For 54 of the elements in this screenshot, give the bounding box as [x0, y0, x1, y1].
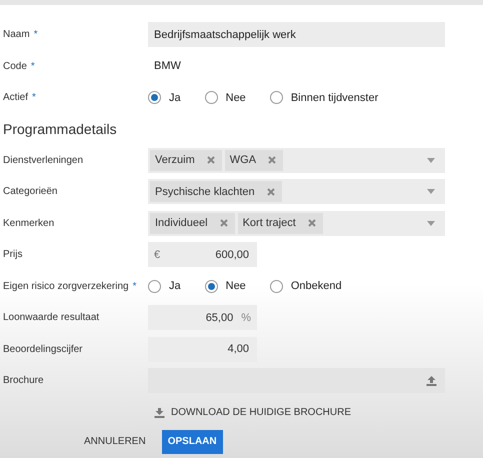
- upload-icon: [426, 375, 437, 386]
- cancel-button[interactable]: ANNULEREN: [84, 430, 146, 454]
- caret-icon[interactable]: [427, 220, 435, 226]
- multiselect-field[interactable]: Verzuim WGA: [148, 148, 445, 173]
- currency-symbol: €: [154, 248, 160, 262]
- unit-symbol: %: [241, 310, 251, 326]
- radio-option[interactable]: Nee: [204, 278, 246, 294]
- tag-label: Verzuim: [155, 153, 195, 168]
- field-label: Categorieën: [3, 185, 58, 200]
- upload-field[interactable]: [148, 368, 445, 394]
- required-mark: *: [32, 91, 36, 106]
- required-mark: *: [30, 60, 35, 74]
- field-label: Dienstverleningen: [3, 154, 84, 168]
- field-label: Code: [3, 60, 27, 74]
- field-label: Brochure: [3, 374, 44, 388]
- number-field[interactable]: 65,00 %: [148, 305, 257, 330]
- tag-label: Kort traject: [242, 216, 296, 231]
- remove-icon[interactable]: [308, 219, 316, 228]
- remove-icon[interactable]: [206, 156, 215, 164]
- section-heading: Programmadetails: [2, 120, 118, 139]
- radio-option[interactable]: Ja: [148, 278, 181, 294]
- multiselect-field[interactable]: Psychische klachten: [148, 179, 445, 204]
- field-label: Actief: [3, 91, 28, 106]
- number-value: 4,00: [226, 342, 250, 357]
- number-value: 65,00: [204, 310, 234, 326]
- field-label: Prijs: [3, 248, 22, 262]
- caret-icon[interactable]: [427, 189, 435, 194]
- field-label: Loonwaarde resultaat: [3, 311, 100, 326]
- radio-option[interactable]: Nee: [204, 90, 246, 106]
- field-label: Kenmerken: [3, 216, 54, 231]
- remove-icon[interactable]: [268, 156, 276, 164]
- field-label: Naam: [3, 28, 30, 42]
- download-icon: [154, 406, 165, 418]
- remove-icon[interactable]: [266, 188, 275, 196]
- code-value: BMW: [153, 59, 182, 74]
- required-mark: *: [34, 28, 38, 42]
- save-button[interactable]: OPSLAAN: [162, 430, 223, 454]
- radio-option[interactable]: Ja: [148, 90, 181, 106]
- tag-label: Psychische klachten: [155, 184, 255, 200]
- multiselect-field[interactable]: Individueel Kort traject: [148, 210, 445, 236]
- radio-option[interactable]: Binnen tijdvenster: [270, 90, 378, 106]
- field-label: Beoordelingscijfer: [3, 342, 82, 357]
- number-field[interactable]: 4,00: [148, 336, 257, 362]
- download-link[interactable]: DOWNLOAD DE HUIDIGE BROCHURE: [154, 404, 352, 420]
- caret-icon[interactable]: [427, 158, 435, 163]
- field-label: Eigen risico zorgverzekering: [3, 280, 129, 294]
- name-field[interactable]: Bedrijfsmaatschappelijk werk: [148, 22, 445, 48]
- radio-option[interactable]: Onbekend: [270, 278, 342, 294]
- tag-label: WGA: [230, 153, 256, 168]
- tag-label: Individueel: [155, 216, 208, 231]
- remove-icon[interactable]: [220, 219, 228, 228]
- required-mark: *: [132, 280, 137, 294]
- number-field[interactable]: € 600,00: [148, 242, 257, 268]
- number-value: 600,00: [214, 248, 250, 262]
